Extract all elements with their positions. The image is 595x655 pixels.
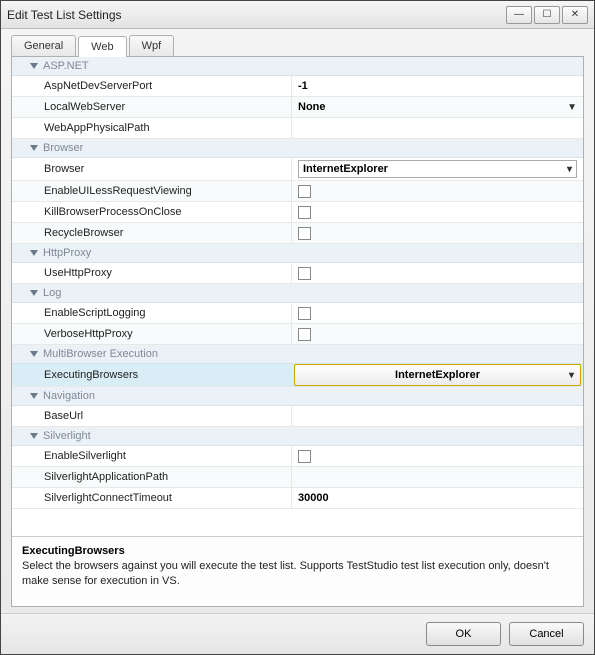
expander-icon	[30, 145, 38, 151]
checkbox-icon[interactable]	[298, 206, 311, 219]
group-label: Silverlight	[43, 430, 91, 442]
chevron-down-icon: ▾	[567, 164, 572, 175]
expander-icon	[30, 351, 38, 357]
maximize-button[interactable]: ☐	[534, 6, 560, 24]
prop-label: EnableSilverlight	[12, 446, 292, 466]
prop-label: SilverlightApplicationPath	[12, 467, 292, 487]
prop-label: RecycleBrowser	[12, 223, 292, 243]
prop-webappphysicalpath[interactable]: WebAppPhysicalPath	[12, 118, 583, 139]
prop-label: AspNetDevServerPort	[12, 76, 292, 96]
group-browser[interactable]: Browser	[12, 139, 583, 158]
prop-aspnetdevserverport[interactable]: AspNetDevServerPort -1	[12, 76, 583, 97]
expander-icon	[30, 433, 38, 439]
prop-label: Browser	[12, 158, 292, 180]
prop-value-checkbox[interactable]	[292, 263, 583, 283]
prop-label: WebAppPhysicalPath	[12, 118, 292, 138]
prop-value-dropdown[interactable]: InternetExplorer ▾	[292, 158, 583, 180]
prop-label: UseHttpProxy	[12, 263, 292, 283]
prop-value-checkbox[interactable]	[292, 223, 583, 243]
prop-enableuilessrequestviewing[interactable]: EnableUILessRequestViewing	[12, 181, 583, 202]
checkbox-icon[interactable]	[298, 328, 311, 341]
tab-web[interactable]: Web	[78, 36, 126, 57]
prop-value-checkbox[interactable]	[292, 181, 583, 201]
description-panel: ExecutingBrowsers Select the browsers ag…	[12, 536, 583, 606]
prop-label: VerboseHttpProxy	[12, 324, 292, 344]
checkbox-icon[interactable]	[298, 185, 311, 198]
expander-icon	[30, 63, 38, 69]
prop-enablescriptlogging[interactable]: EnableScriptLogging	[12, 303, 583, 324]
tab-wpf[interactable]: Wpf	[129, 35, 175, 56]
tab-general[interactable]: General	[11, 35, 76, 56]
group-label: MultiBrowser Execution	[43, 348, 158, 360]
prop-browser[interactable]: Browser InternetExplorer ▾	[12, 158, 583, 181]
window-controls: — ☐ ✕	[506, 6, 588, 24]
prop-label: KillBrowserProcessOnClose	[12, 202, 292, 222]
group-label: ASP.NET	[43, 60, 89, 72]
group-silverlight[interactable]: Silverlight	[12, 427, 583, 446]
cancel-button[interactable]: Cancel	[509, 622, 584, 646]
tab-strip: General Web Wpf	[1, 29, 594, 56]
chevron-down-icon: ▾	[569, 370, 574, 381]
prop-value[interactable]: -1	[292, 76, 583, 96]
prop-value-checkbox[interactable]	[292, 446, 583, 466]
prop-silverlightconnecttimeout[interactable]: SilverlightConnectTimeout 30000	[12, 488, 583, 509]
window-title: Edit Test List Settings	[7, 8, 506, 22]
description-title: ExecutingBrowsers	[22, 545, 573, 557]
checkbox-icon[interactable]	[298, 267, 311, 280]
group-label: Navigation	[43, 390, 95, 402]
prop-label: SilverlightConnectTimeout	[12, 488, 292, 508]
property-grid: ASP.NET AspNetDevServerPort -1 LocalWebS…	[12, 57, 583, 536]
property-grid-frame: ASP.NET AspNetDevServerPort -1 LocalWebS…	[11, 56, 584, 607]
expander-icon	[30, 250, 38, 256]
checkbox-icon[interactable]	[298, 450, 311, 463]
checkbox-icon[interactable]	[298, 307, 311, 320]
group-httpproxy[interactable]: HttpProxy	[12, 244, 583, 263]
prop-label: LocalWebServer	[12, 97, 292, 117]
group-log[interactable]: Log	[12, 284, 583, 303]
dropdown-text: None	[298, 101, 326, 113]
dropdown-text: InternetExplorer	[395, 369, 480, 381]
prop-localwebserver[interactable]: LocalWebServer None ▼	[12, 97, 583, 118]
dialog-window: Edit Test List Settings — ☐ ✕ General We…	[0, 0, 595, 655]
prop-killbrowserprocessonclose[interactable]: KillBrowserProcessOnClose	[12, 202, 583, 223]
prop-label: EnableUILessRequestViewing	[12, 181, 292, 201]
prop-value-checkbox[interactable]	[292, 202, 583, 222]
prop-label: EnableScriptLogging	[12, 303, 292, 323]
prop-verbosehttpproxy[interactable]: VerboseHttpProxy	[12, 324, 583, 345]
group-aspnet[interactable]: ASP.NET	[12, 57, 583, 76]
prop-value[interactable]: 30000	[292, 488, 583, 508]
prop-label: ExecutingBrowsers	[12, 364, 292, 386]
minimize-button[interactable]: —	[506, 6, 532, 24]
prop-value-dropdown[interactable]: InternetExplorer ▾	[292, 364, 583, 386]
prop-value[interactable]	[292, 406, 583, 426]
close-button[interactable]: ✕	[562, 6, 588, 24]
titlebar: Edit Test List Settings — ☐ ✕	[1, 1, 594, 29]
prop-value-checkbox[interactable]	[292, 303, 583, 323]
prop-silverlightapplicationpath[interactable]: SilverlightApplicationPath	[12, 467, 583, 488]
prop-enablesilverlight[interactable]: EnableSilverlight	[12, 446, 583, 467]
prop-value[interactable]	[292, 118, 583, 138]
prop-usehttpproxy[interactable]: UseHttpProxy	[12, 263, 583, 284]
group-label: Log	[43, 287, 61, 299]
prop-baseurl[interactable]: BaseUrl	[12, 406, 583, 427]
prop-value-checkbox[interactable]	[292, 324, 583, 344]
description-body: Select the browsers against you will exe…	[22, 559, 573, 589]
ok-button[interactable]: OK	[426, 622, 501, 646]
checkbox-icon[interactable]	[298, 227, 311, 240]
group-multibrowser[interactable]: MultiBrowser Execution	[12, 345, 583, 364]
executingbrowsers-dropdown[interactable]: InternetExplorer ▾	[294, 364, 581, 386]
prop-value[interactable]	[292, 467, 583, 487]
group-label: Browser	[43, 142, 83, 154]
chevron-down-icon: ▼	[567, 102, 577, 113]
prop-value-dropdown[interactable]: None ▼	[292, 97, 583, 117]
group-navigation[interactable]: Navigation	[12, 387, 583, 406]
expander-icon	[30, 393, 38, 399]
prop-recyclebrowser[interactable]: RecycleBrowser	[12, 223, 583, 244]
dialog-footer: OK Cancel	[1, 613, 594, 654]
expander-icon	[30, 290, 38, 296]
prop-label: BaseUrl	[12, 406, 292, 426]
dropdown-text: InternetExplorer	[303, 163, 388, 175]
group-label: HttpProxy	[43, 247, 91, 259]
prop-executingbrowsers[interactable]: ExecutingBrowsers InternetExplorer ▾	[12, 364, 583, 387]
